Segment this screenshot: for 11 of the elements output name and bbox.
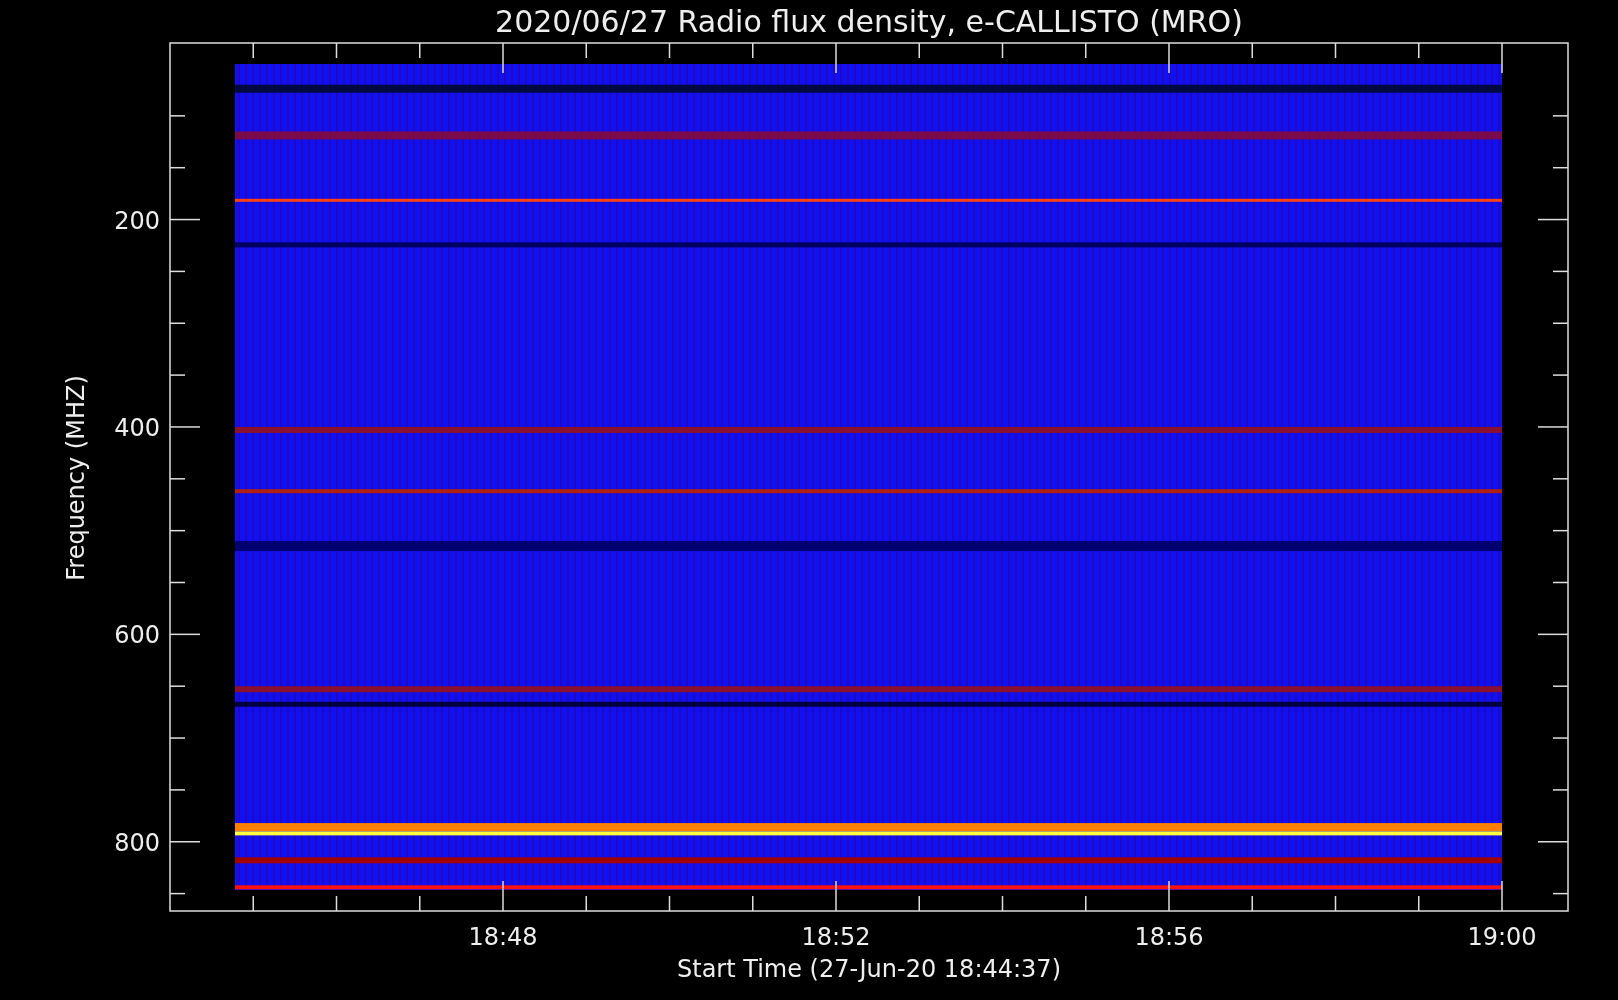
- tick-label: 400: [114, 413, 160, 442]
- tick-label: 18:56: [1134, 923, 1204, 951]
- tick-label: 19:00: [1467, 923, 1537, 951]
- tick-label: 18:48: [468, 923, 538, 951]
- chart-title: 2020/06/27 Radio flux density, e-CALLISTO (MRO): [495, 4, 1243, 39]
- tick-label: 800: [114, 828, 160, 857]
- tick-label: 18:52: [801, 923, 871, 951]
- tick-label: 600: [114, 621, 160, 650]
- axis-label: Start Time (27-Jun-20 18:44:37): [677, 955, 1061, 983]
- axis-label: Frequency (MHZ): [62, 375, 90, 581]
- tick-label: 200: [114, 206, 160, 235]
